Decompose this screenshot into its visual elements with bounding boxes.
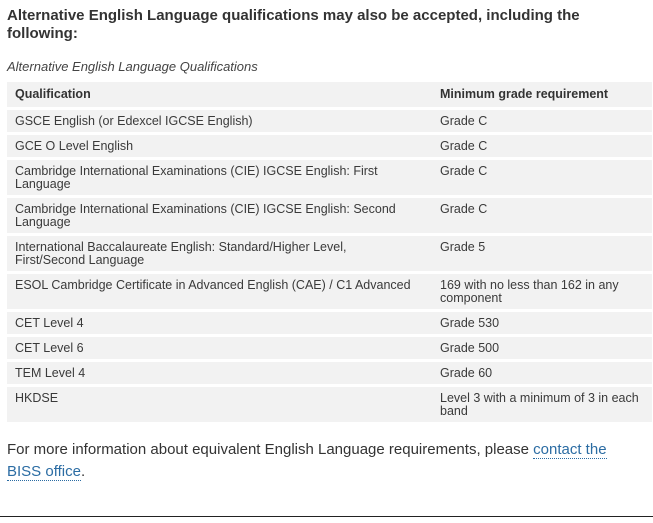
qualification-cell: Cambridge International Examinations (CI… [7,160,432,195]
grade-cell: Grade 5 [432,236,652,271]
table-caption: Alternative English Language Qualificati… [7,59,258,74]
table-row: CET Level 4 Grade 530 [7,312,652,334]
footer-period: . [80,463,86,480]
table-row: HKDSE Level 3 with a minimum of 3 in eac… [7,387,652,422]
qualification-cell: CET Level 4 [7,312,432,334]
table-row: TEM Level 4 Grade 60 [7,362,652,384]
qualification-cell: Cambridge International Examinations (CI… [7,198,432,233]
qualification-cell: GCE O Level English [7,135,432,157]
bottom-divider [0,516,653,517]
table-row: CET Level 6 Grade 500 [7,337,652,359]
table-row: Cambridge International Examinations (CI… [7,198,652,233]
table-row: International Baccalaureate English: Sta… [7,236,652,271]
column-header-qualification: Qualification [7,82,432,107]
grade-cell: Grade 530 [432,312,652,334]
qualification-cell: HKDSE [7,387,432,422]
grade-cell: Grade C [432,110,652,132]
table-header-row: Qualification Minimum grade requirement [7,82,652,107]
qualification-cell: ESOL Cambridge Certificate in Advanced E… [7,274,432,309]
qualification-cell: TEM Level 4 [7,362,432,384]
grade-cell: Grade C [432,198,652,233]
qualifications-table: Qualification Minimum grade requirement … [7,79,652,425]
grade-cell: Grade 500 [432,337,652,359]
table-row: ESOL Cambridge Certificate in Advanced E… [7,274,652,309]
column-header-grade: Minimum grade requirement [432,82,652,107]
table-row: GSCE English (or Edexcel IGCSE English) … [7,110,652,132]
table-row: Cambridge International Examinations (CI… [7,160,652,195]
grade-cell: Level 3 with a minimum of 3 in each band [432,387,652,422]
qualification-cell: GSCE English (or Edexcel IGCSE English) [7,110,432,132]
qualification-cell: CET Level 6 [7,337,432,359]
grade-cell: 169 with no less than 162 in any compone… [432,274,652,309]
footer-note: For more information about equivalent En… [7,439,637,483]
intro-heading: Alternative English Language qualificati… [7,7,580,42]
qualification-cell: International Baccalaureate English: Sta… [7,236,432,271]
grade-cell: Grade C [432,135,652,157]
table-row: GCE O Level English Grade C [7,135,652,157]
footer-text: For more information about equivalent En… [7,441,534,458]
grade-cell: Grade C [432,160,652,195]
grade-cell: Grade 60 [432,362,652,384]
